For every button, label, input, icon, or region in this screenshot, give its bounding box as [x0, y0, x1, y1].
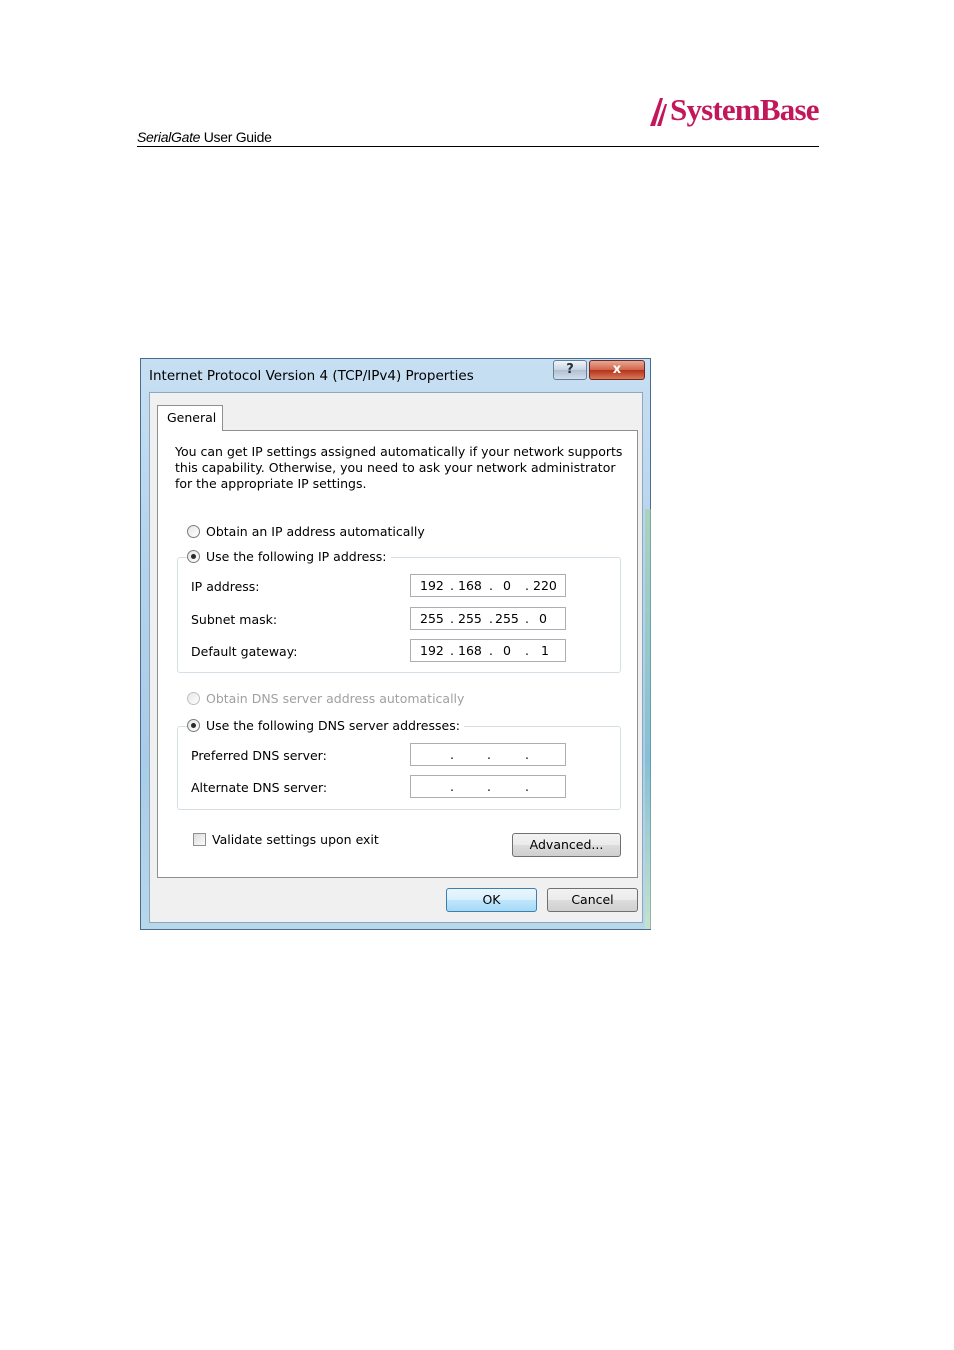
- ip-octet-3: 0: [503, 578, 511, 593]
- ip-dot: .: [489, 611, 493, 626]
- alternate-dns-input[interactable]: . . .: [410, 775, 566, 798]
- subnet-octet-4: 0: [539, 611, 547, 626]
- close-button[interactable]: x: [589, 360, 645, 380]
- ip-dot: .: [525, 779, 529, 794]
- ip-dot: .: [525, 643, 529, 658]
- subnet-octet-3: 255: [495, 611, 519, 626]
- tab-general[interactable]: General: [157, 405, 223, 431]
- radio-label: Obtain DNS server address automatically: [206, 691, 465, 706]
- gateway-octet-3: 0: [503, 643, 511, 658]
- guide-label: User Guide: [200, 129, 272, 145]
- radio-label: Use the following IP address:: [206, 549, 387, 564]
- dialog-client-area: General You can get IP settings assigned…: [149, 392, 643, 923]
- ip-address-input[interactable]: 192 . 168 . 0 . 220: [410, 574, 566, 597]
- ip-dot: .: [525, 578, 529, 593]
- header-rule: [137, 146, 819, 147]
- alternate-dns-label: Alternate DNS server:: [191, 780, 328, 795]
- radio-selected-icon: [187, 550, 200, 563]
- ok-button[interactable]: OK: [446, 888, 537, 912]
- ip-dot: .: [450, 779, 454, 794]
- ip-dot: .: [525, 611, 529, 626]
- ip-octet-4: 220: [533, 578, 557, 593]
- subnet-mask-input[interactable]: 255 . 255 . 255 . 0: [410, 607, 566, 630]
- gateway-octet-2: 168: [458, 643, 482, 658]
- product-name: SerialGate: [137, 129, 201, 145]
- ip-dot: .: [450, 611, 454, 626]
- subnet-octet-2: 255: [458, 611, 482, 626]
- radio-obtain-dns-auto[interactable]: Obtain DNS server address automatically: [187, 691, 464, 706]
- gateway-octet-1: 192: [420, 643, 444, 658]
- tcpip-properties-dialog: Internet Protocol Version 4 (TCP/IPv4) P…: [140, 358, 651, 930]
- ip-dot: .: [487, 747, 491, 762]
- ip-dot: .: [489, 578, 493, 593]
- dialog-title: Internet Protocol Version 4 (TCP/IPv4) P…: [149, 368, 474, 384]
- radio-obtain-ip-auto[interactable]: Obtain an IP address automatically: [187, 524, 425, 539]
- ip-dot: .: [525, 747, 529, 762]
- help-button[interactable]: ?: [553, 360, 587, 380]
- subnet-mask-label: Subnet mask:: [191, 612, 278, 627]
- cancel-button[interactable]: Cancel: [547, 888, 638, 912]
- intro-text: You can get IP settings assigned automat…: [175, 444, 623, 491]
- preferred-dns-input[interactable]: . . .: [410, 743, 566, 766]
- document-header-title: SerialGate User Guide: [137, 129, 272, 145]
- systembase-logo: SystemBase: [648, 92, 823, 132]
- default-gateway-label: Default gateway:: [191, 644, 298, 659]
- ip-octet-1: 192: [420, 578, 444, 593]
- radio-button-icon: [187, 692, 200, 705]
- radio-use-following-ip[interactable]: Use the following IP address:: [187, 549, 391, 564]
- radio-use-following-dns[interactable]: Use the following DNS server addresses:: [187, 718, 464, 733]
- gateway-octet-4: 1: [541, 643, 549, 658]
- ip-dot: .: [487, 779, 491, 794]
- preferred-dns-label: Preferred DNS server:: [191, 748, 327, 763]
- ip-dot: .: [450, 643, 454, 658]
- radio-button-icon: [187, 525, 200, 538]
- radio-label: Use the following DNS server addresses:: [206, 718, 460, 733]
- default-gateway-input[interactable]: 192 . 168 . 0 . 1: [410, 639, 566, 662]
- subnet-octet-1: 255: [420, 611, 444, 626]
- ip-dot: .: [489, 643, 493, 658]
- general-tab-panel: You can get IP settings assigned automat…: [157, 430, 638, 878]
- ip-dot: .: [450, 747, 454, 762]
- checkbox-icon: [193, 833, 206, 846]
- advanced-button[interactable]: Advanced...: [512, 833, 621, 857]
- ip-address-label: IP address:: [191, 579, 260, 594]
- ip-octet-2: 168: [458, 578, 482, 593]
- radio-selected-icon: [187, 719, 200, 732]
- checkbox-label: Validate settings upon exit: [212, 832, 379, 847]
- radio-label: Obtain an IP address automatically: [206, 524, 425, 539]
- logo-text: SystemBase: [670, 92, 820, 127]
- ip-dot: .: [450, 578, 454, 593]
- validate-settings-checkbox[interactable]: Validate settings upon exit: [193, 832, 379, 847]
